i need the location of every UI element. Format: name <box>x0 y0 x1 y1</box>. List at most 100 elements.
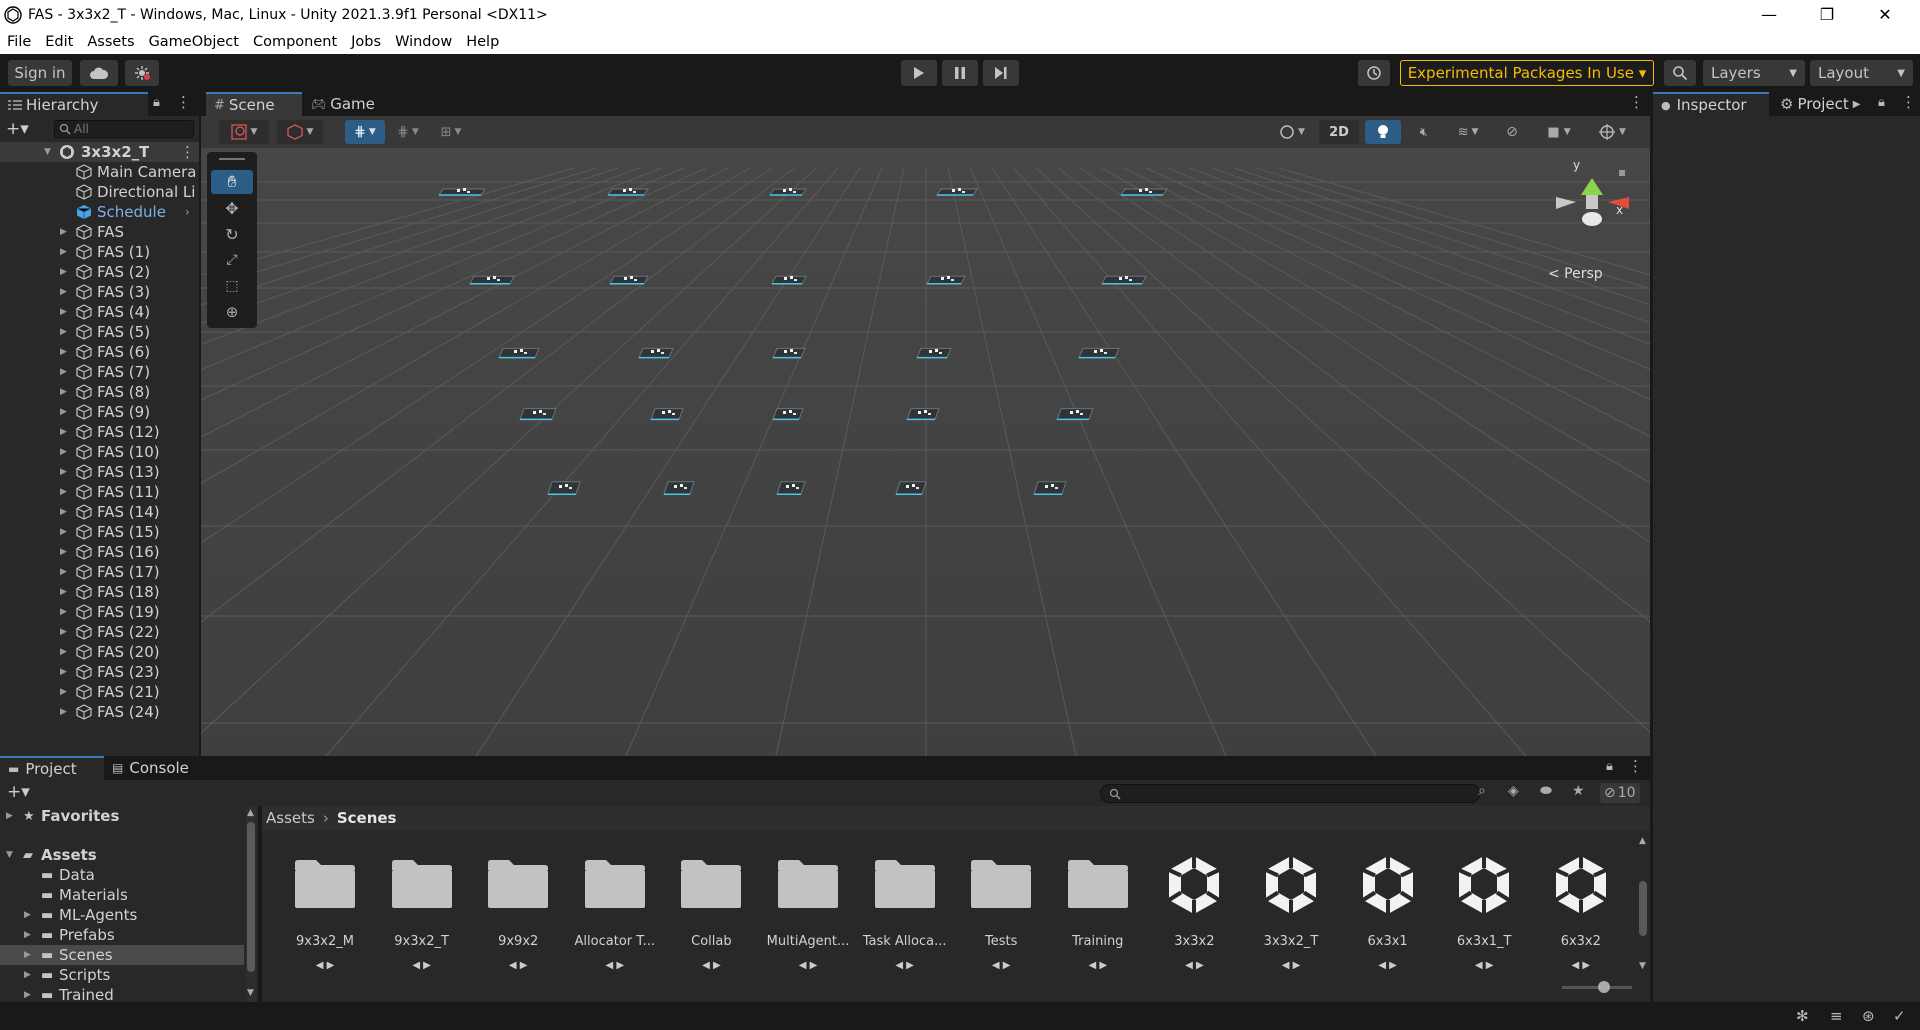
expand-arrow-icon[interactable]: ▶ <box>60 447 67 457</box>
hierarchy-item[interactable]: ▶ FAS (1) <box>0 242 199 262</box>
filter-by-type-icon[interactable]: ◈ <box>1508 783 1519 799</box>
sub-asset-expand-icon[interactable]: ◀ ▶ <box>509 960 528 971</box>
menu-window[interactable]: Window <box>388 34 459 50</box>
hierarchy-item[interactable]: ▶ FAS (7) <box>0 362 199 382</box>
hierarchy-item[interactable]: ▶ FAS (20) <box>0 642 199 662</box>
hierarchy-item[interactable]: ▶ FAS (15) <box>0 522 199 542</box>
hierarchy-item[interactable]: ▶ FAS (24) <box>0 702 199 722</box>
sub-asset-expand-icon[interactable]: ◀ ▶ <box>1378 960 1397 971</box>
scene-asset[interactable]: 6x3x2 ◀ ▶ <box>1537 844 1625 971</box>
hierarchy-item[interactable]: Directional Light <box>0 182 199 202</box>
hierarchy-item[interactable]: Main Camera <box>0 162 199 182</box>
hierarchy-item[interactable]: ▶ FAS (21) <box>0 682 199 702</box>
menu-edit[interactable]: Edit <box>38 34 80 50</box>
expand-arrow-icon[interactable]: ▼ <box>44 147 51 157</box>
expand-arrow-icon[interactable]: ▶ <box>60 347 67 357</box>
rect-tool-button[interactable]: ⬚ <box>211 274 253 298</box>
tab-inspector[interactable]: ● Inspector <box>1653 92 1769 116</box>
hidden-packages-toggle[interactable]: ⊘ 10 <box>1600 783 1640 803</box>
folder-asset[interactable]: Task Alloca... ◀ ▶ <box>861 844 949 971</box>
hierarchy-item[interactable]: ▶ FAS (6) <box>0 342 199 362</box>
hierarchy-item[interactable]: ▶ FAS (22) <box>0 622 199 642</box>
fas-unit[interactable] <box>895 481 927 495</box>
hierarchy-item[interactable]: ▶ FAS (14) <box>0 502 199 522</box>
lighting-toggle[interactable] <box>1365 120 1401 144</box>
expand-arrow-icon[interactable]: ▶ <box>24 970 31 980</box>
expand-arrow-icon[interactable]: ▶ <box>60 527 67 537</box>
expand-arrow-icon[interactable]: ▶ <box>60 267 67 277</box>
scroll-down-icon[interactable]: ▼ <box>247 988 254 998</box>
fas-unit[interactable] <box>469 275 515 285</box>
maximize-button[interactable]: ❐ <box>1804 0 1850 29</box>
folder-asset[interactable]: MultiAgent... ◀ ▶ <box>764 844 852 971</box>
experimental-packages-button[interactable]: Experimental Packages In Use ▾ <box>1400 60 1654 86</box>
hierarchy-item[interactable]: ▶ FAS (4) <box>0 302 199 322</box>
tab-console[interactable]: ▤ Console <box>112 756 189 780</box>
scene-asset[interactable]: 6x3x1_T ◀ ▶ <box>1440 844 1528 971</box>
expand-arrow-icon[interactable]: ▶ <box>60 427 67 437</box>
orientation-gizmo[interactable] <box>1536 158 1646 238</box>
grid-snapping-toggle[interactable]: ⋕ ▼ <box>345 120 385 144</box>
cache-server-icon[interactable]: ≡ <box>1830 1007 1843 1025</box>
sub-asset-expand-icon[interactable]: ◀ ▶ <box>1475 960 1494 971</box>
pause-button[interactable] <box>942 60 978 86</box>
scale-tool-button[interactable]: ⤢ <box>211 248 253 272</box>
expand-arrow-icon[interactable]: ▶ <box>60 507 67 517</box>
layout-dropdown[interactable]: Layout ▼ <box>1810 60 1913 86</box>
expand-arrow-icon[interactable]: ▶ <box>60 487 67 497</box>
drag-handle-icon[interactable] <box>219 158 245 160</box>
sub-asset-expand-icon[interactable]: ◀ ▶ <box>799 960 818 971</box>
fas-unit[interactable] <box>663 481 695 495</box>
favorite-star-icon[interactable]: ★ <box>1572 783 1585 799</box>
step-button[interactable] <box>983 60 1019 86</box>
hierarchy-item[interactable]: ▶ FAS (11) <box>0 482 199 502</box>
expand-arrow-icon[interactable]: ▶ <box>60 647 67 657</box>
scrollbar-thumb[interactable] <box>247 822 255 972</box>
scene-asset[interactable]: 3x3x2 ◀ ▶ <box>1150 844 1238 971</box>
expand-arrow-icon[interactable]: ▶ <box>24 930 31 940</box>
fas-unit[interactable] <box>776 481 806 495</box>
fas-unit[interactable] <box>906 408 940 421</box>
scroll-up-icon[interactable]: ▲ <box>1639 836 1646 846</box>
sub-asset-expand-icon[interactable]: ◀ ▶ <box>702 960 721 971</box>
fas-unit[interactable] <box>772 408 804 421</box>
folder-asset[interactable]: 9x3x2_M ◀ ▶ <box>281 844 369 971</box>
increment-snap-dropdown[interactable]: ⋕ ▼ <box>391 120 425 144</box>
expand-arrow-icon[interactable]: ▶ <box>60 547 67 557</box>
menu-gameobject[interactable]: GameObject <box>142 34 246 50</box>
more-options-icon[interactable]: ⋮ <box>176 93 191 111</box>
auto-generate-lighting-icon[interactable]: ✻ <box>1796 1007 1809 1025</box>
lock-icon[interactable]: 🔒︎ <box>1606 759 1613 774</box>
close-button[interactable]: ✕ <box>1862 0 1908 29</box>
expand-arrow-icon[interactable]: ▶ <box>60 287 67 297</box>
hierarchy-item[interactable]: ▶ FAS (23) <box>0 662 199 682</box>
effects-dropdown[interactable]: ≋ ▼ <box>1447 120 1489 144</box>
progress-check-icon[interactable]: ✓ <box>1893 1007 1906 1025</box>
collab-button[interactable] <box>125 60 159 86</box>
hierarchy-item[interactable]: ▶ FAS (19) <box>0 602 199 622</box>
expand-arrow-icon[interactable]: ▶ <box>60 367 67 377</box>
expand-arrow-icon[interactable]: ▶ <box>24 990 31 1000</box>
more-options-icon[interactable]: ⋮ <box>1628 757 1643 775</box>
folder-asset[interactable]: Training ◀ ▶ <box>1054 844 1142 971</box>
hierarchy-item[interactable]: ▶ FAS (13) <box>0 462 199 482</box>
fas-unit[interactable] <box>438 188 486 196</box>
scene-visibility-toggle[interactable]: ⊘ <box>1495 120 1529 144</box>
fas-unit[interactable] <box>1056 408 1094 421</box>
label-tag-icon[interactable]: ⬬ <box>1540 783 1552 799</box>
scene-asset[interactable]: 6x3x1 ◀ ▶ <box>1344 844 1432 971</box>
move-tool-button[interactable]: ✥ <box>211 196 253 220</box>
render-mode-dropdown[interactable]: ▼ <box>1271 120 1313 144</box>
asset-scrollbar[interactable]: ▲ ▼ <box>1638 836 1648 976</box>
expand-arrow-icon[interactable]: ▶ <box>6 811 13 821</box>
expand-arrow-icon[interactable]: ▶ <box>60 587 67 597</box>
search-button[interactable] <box>1664 60 1696 86</box>
folder-tree-item[interactable]: ▶ ▬ Scripts <box>0 965 244 985</box>
folder-tree-item[interactable]: ▶ ★ Favorites <box>0 806 244 826</box>
more-options-icon[interactable]: ⋮ <box>1901 93 1916 111</box>
folder-tree-item[interactable]: ▶ ▬ Prefabs <box>0 925 244 945</box>
undo-history-button[interactable] <box>1358 60 1390 86</box>
menu-help[interactable]: Help <box>459 34 506 50</box>
fas-unit[interactable] <box>519 408 557 421</box>
sub-asset-expand-icon[interactable]: ◀ ▶ <box>895 960 914 971</box>
